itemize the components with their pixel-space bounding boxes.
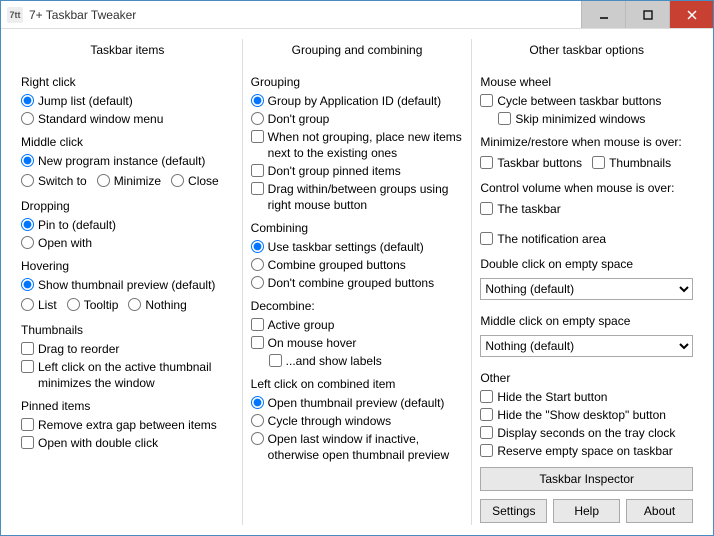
right-click-jump-list[interactable]: Jump list (default) [21, 93, 234, 109]
dropping-open-with[interactable]: Open with [21, 235, 234, 251]
volume-label: Control volume when mouse is over: [480, 181, 693, 195]
decombine-on-hover[interactable]: On mouse hover [251, 335, 464, 351]
volume-taskbar[interactable]: The taskbar [480, 201, 560, 217]
min-restore-label: Minimize/restore when mouse is over: [480, 135, 693, 149]
wheel-skip-minimized[interactable]: Skip minimized windows [498, 111, 693, 127]
middle-click-minimize[interactable]: Minimize [97, 173, 161, 189]
decombine-active-group[interactable]: Active group [251, 317, 464, 333]
min-restore-taskbar-buttons[interactable]: Taskbar buttons [480, 155, 582, 171]
col3-header: Other taskbar options [480, 39, 693, 67]
combining-dont-combine[interactable]: Don't combine grouped buttons [251, 275, 464, 291]
hovering-show-thumb[interactable]: Show thumbnail preview (default) [21, 277, 234, 293]
other-label: Other [480, 371, 693, 385]
thumbnails-drag-reorder[interactable]: Drag to reorder [21, 341, 234, 357]
grouping-dont-group[interactable]: Don't group [251, 111, 464, 127]
dropping-label: Dropping [21, 199, 234, 213]
middle-click-close[interactable]: Close [171, 173, 219, 189]
about-button[interactable]: About [626, 499, 693, 523]
pinned-open-dbl[interactable]: Open with double click [21, 435, 234, 451]
hovering-label: Hovering [21, 259, 234, 273]
settings-button[interactable]: Settings [480, 499, 547, 523]
window-title: 7+ Taskbar Tweaker [29, 8, 581, 22]
decombine-show-labels[interactable]: ...and show labels [269, 353, 464, 369]
combining-combine[interactable]: Combine grouped buttons [251, 257, 464, 273]
mouse-wheel-label: Mouse wheel [480, 75, 693, 89]
wheel-cycle-buttons[interactable]: Cycle between taskbar buttons [480, 93, 693, 109]
dbl-click-select[interactable]: Nothing (default) [480, 278, 693, 300]
grouping-drag-between[interactable]: Drag within/between groups using right m… [251, 181, 464, 213]
column-taskbar-items: Taskbar items Right click Jump list (def… [13, 39, 242, 525]
app-icon: 7tt [7, 7, 23, 23]
thumbnails-left-click-active[interactable]: Left click on the active thumbnail minim… [21, 359, 234, 391]
hovering-list[interactable]: List [21, 297, 57, 313]
maximize-button[interactable] [625, 1, 669, 28]
help-button[interactable]: Help [553, 499, 620, 523]
decombine-label: Decombine: [251, 299, 464, 313]
lcc-cycle[interactable]: Cycle through windows [251, 413, 464, 429]
dropping-pin-to[interactable]: Pin to (default) [21, 217, 234, 233]
close-button[interactable] [669, 1, 713, 28]
other-hide-start[interactable]: Hide the Start button [480, 389, 693, 405]
lcc-open-preview[interactable]: Open thumbnail preview (default) [251, 395, 464, 411]
column-other-options: Other taskbar options Mouse wheel Cycle … [471, 39, 701, 525]
combining-label: Combining [251, 221, 464, 235]
other-hide-show-desktop[interactable]: Hide the "Show desktop" button [480, 407, 693, 423]
combining-use-settings[interactable]: Use taskbar settings (default) [251, 239, 464, 255]
volume-notif-area[interactable]: The notification area [480, 231, 606, 247]
column-grouping-combining: Grouping and combining Grouping Group by… [242, 39, 472, 525]
lcc-open-last[interactable]: Open last window if inactive, otherwise … [251, 431, 464, 463]
mid-click-select[interactable]: Nothing (default) [480, 335, 693, 357]
hovering-tooltip[interactable]: Tooltip [67, 297, 119, 313]
grouping-dont-group-pinned[interactable]: Don't group pinned items [251, 163, 464, 179]
minimize-button[interactable] [581, 1, 625, 28]
other-display-seconds[interactable]: Display seconds on the tray clock [480, 425, 693, 441]
grouping-label: Grouping [251, 75, 464, 89]
hovering-nothing[interactable]: Nothing [128, 297, 186, 313]
mid-click-label: Middle click on empty space [480, 314, 693, 328]
col2-header: Grouping and combining [251, 39, 464, 67]
dbl-click-label: Double click on empty space [480, 257, 693, 271]
right-click-label: Right click [21, 75, 234, 89]
col1-header: Taskbar items [21, 39, 234, 67]
taskbar-inspector-button[interactable]: Taskbar Inspector [480, 467, 693, 491]
right-click-standard-menu[interactable]: Standard window menu [21, 111, 234, 127]
thumbnails-label: Thumbnails [21, 323, 234, 337]
middle-click-new-instance[interactable]: New program instance (default) [21, 153, 234, 169]
pinned-remove-gap[interactable]: Remove extra gap between items [21, 417, 234, 433]
middle-click-label: Middle click [21, 135, 234, 149]
grouping-by-app-id[interactable]: Group by Application ID (default) [251, 93, 464, 109]
min-restore-thumbnails[interactable]: Thumbnails [592, 155, 671, 171]
grouping-place-new[interactable]: When not grouping, place new items next … [251, 129, 464, 161]
left-click-combined-label: Left click on combined item [251, 377, 464, 391]
middle-click-switch-to[interactable]: Switch to [21, 173, 87, 189]
titlebar: 7tt 7+ Taskbar Tweaker [1, 1, 713, 29]
other-reserve-space[interactable]: Reserve empty space on taskbar [480, 443, 693, 459]
pinned-label: Pinned items [21, 399, 234, 413]
